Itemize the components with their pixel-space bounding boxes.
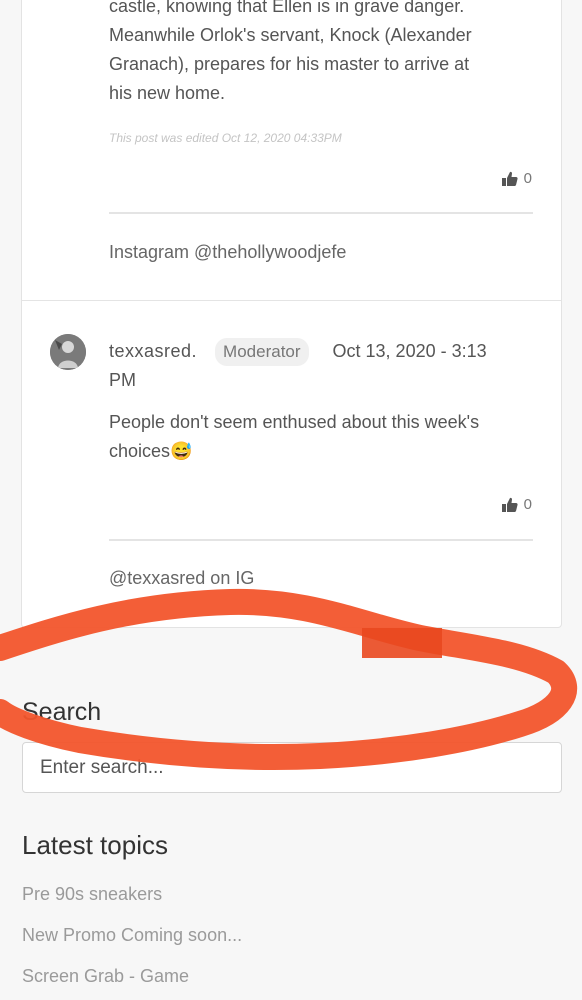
post-date: Oct 13, 2020 - 3:13: [332, 341, 487, 361]
topic-link[interactable]: Screen Grab - Game: [22, 966, 189, 987]
topic-link[interactable]: New Promo Coming soon...: [22, 925, 242, 946]
post-date-continued: PM: [109, 370, 136, 390]
post-body-line: Meanwhile Orlok's servant, Knock (Alexan…: [109, 25, 472, 45]
post-body: castle, knowing that Ellen is in grave d…: [109, 0, 529, 108]
post-body: People don't seem enthused about this we…: [109, 408, 529, 466]
user-avatar-icon: [50, 334, 86, 370]
post-divider: [22, 300, 561, 301]
post-body-line: Granach), prepares for his master to arr…: [109, 54, 470, 74]
signature-divider: [109, 212, 533, 214]
post-header: texxasred. Moderator Oct 13, 2020 - 3:13 P…: [109, 337, 539, 395]
post-body-line: choices😅: [109, 441, 193, 461]
search-heading: Search: [22, 698, 102, 726]
moderator-badge: Moderator: [215, 338, 309, 366]
like-button[interactable]: 0: [501, 496, 532, 513]
like-count: 0: [523, 170, 532, 187]
username-link[interactable]: texxasred.: [109, 341, 197, 361]
thumbs-up-icon: [501, 171, 518, 186]
signature-divider: [109, 539, 533, 541]
post-signature: @texxasred on IG: [109, 568, 255, 588]
post-signature: Instagram @thehollywoodjefe: [109, 242, 347, 262]
topic-link[interactable]: Pre 90s sneakers: [22, 884, 162, 905]
post-body-line: castle, knowing that Ellen is in grave d…: [109, 0, 465, 16]
like-count: 0: [523, 496, 532, 513]
thumbs-up-icon: [501, 497, 518, 512]
like-button[interactable]: 0: [501, 170, 532, 187]
avatar[interactable]: [50, 334, 86, 370]
search-input[interactable]: [22, 742, 562, 793]
post-body-line: his new home.: [109, 83, 226, 103]
latest-topics-heading: Latest topics: [22, 830, 168, 860]
post-body-line: People don't seem enthused about this we…: [109, 412, 480, 432]
edited-note: This post was edited Oct 12, 2020 04:33P…: [109, 131, 342, 145]
